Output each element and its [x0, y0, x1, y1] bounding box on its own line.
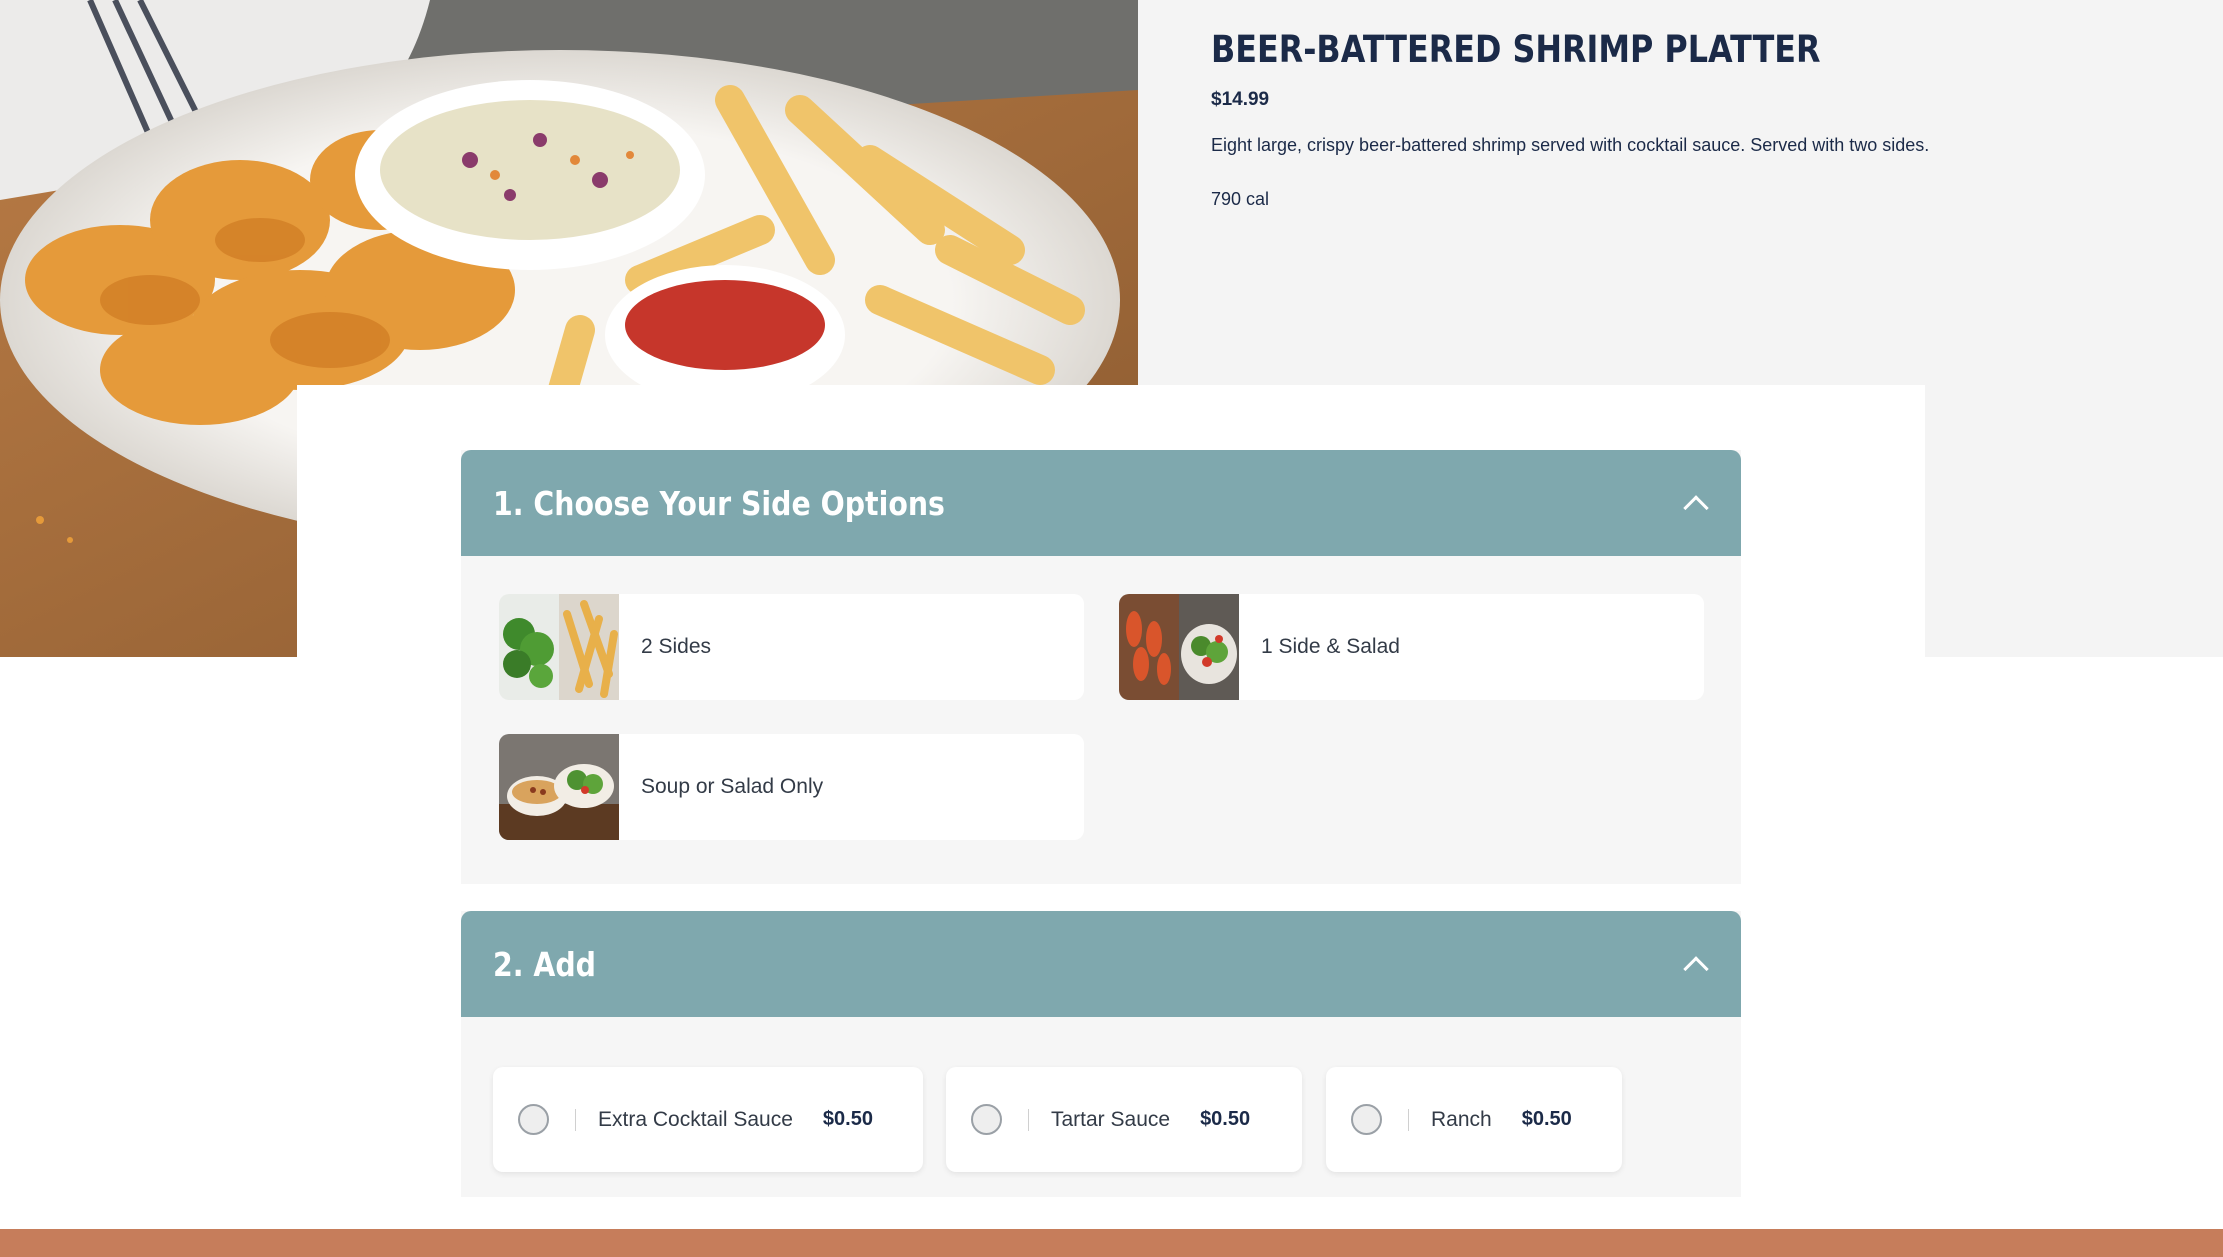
item-price: $14.99	[1211, 89, 1270, 110]
divider	[1408, 1108, 1409, 1131]
add-item-extra-cocktail-sauce[interactable]: Extra Cocktail Sauce $0.50	[493, 1067, 923, 1172]
add-item-tartar-sauce[interactable]: Tartar Sauce $0.50	[946, 1067, 1302, 1172]
chevron-up-icon[interactable]	[1681, 950, 1709, 978]
side-options-header[interactable]: 1. Choose Your Side Options	[461, 450, 1741, 556]
side-option-2-sides[interactable]: 2 Sides	[499, 594, 1084, 700]
add-item-label: Ranch	[1431, 1107, 1492, 1131]
add-title: 2. Add	[493, 944, 597, 984]
side-option-thumbnail	[1119, 594, 1239, 700]
add-item-price: $0.50	[822, 1108, 873, 1130]
add-item-label: Extra Cocktail Sauce	[598, 1107, 793, 1131]
footer-bar	[0, 1229, 2223, 1257]
side-option-thumbnail	[499, 734, 619, 840]
add-item-price: $0.50	[1200, 1108, 1251, 1130]
radio-unchecked-icon[interactable]	[518, 1104, 549, 1135]
item-title: BEER-BATTERED SHRIMP PLATTER	[1211, 28, 1821, 71]
add-item-price: $0.50	[1521, 1108, 1572, 1130]
item-calories: 790 cal	[1211, 189, 1270, 209]
chevron-up-icon[interactable]	[1681, 489, 1709, 517]
add-section: 2. Add Extra Cocktail Sauce $0.50 Tartar…	[461, 911, 1741, 1197]
add-item-label: Tartar Sauce	[1051, 1107, 1171, 1131]
side-option-label: 2 Sides	[641, 635, 712, 658]
side-option-label: 1 Side & Salad	[1261, 635, 1400, 658]
radio-unchecked-icon[interactable]	[1351, 1104, 1382, 1135]
page: BEER-BATTERED SHRIMP PLATTER $14.99 Eigh…	[0, 0, 2223, 1257]
side-options-section: 1. Choose Your Side Options 2 Sides 1 Si…	[461, 450, 1741, 884]
side-option-1-side-salad[interactable]: 1 Side & Salad	[1119, 594, 1704, 700]
item-description: Eight large, crispy beer-battered shrimp…	[1211, 135, 1930, 155]
item-info: BEER-BATTERED SHRIMP PLATTER $14.99 Eigh…	[1211, 28, 2111, 210]
side-options-title: 1. Choose Your Side Options	[493, 483, 945, 523]
divider	[575, 1108, 576, 1131]
add-header[interactable]: 2. Add	[461, 911, 1741, 1017]
divider	[1028, 1108, 1029, 1131]
side-option-label: Soup or Salad Only	[641, 775, 824, 798]
side-option-soup-or-salad-only[interactable]: Soup or Salad Only	[499, 734, 1084, 840]
add-item-ranch[interactable]: Ranch $0.50	[1326, 1067, 1622, 1172]
side-option-thumbnail	[499, 594, 619, 700]
radio-unchecked-icon[interactable]	[971, 1104, 1002, 1135]
